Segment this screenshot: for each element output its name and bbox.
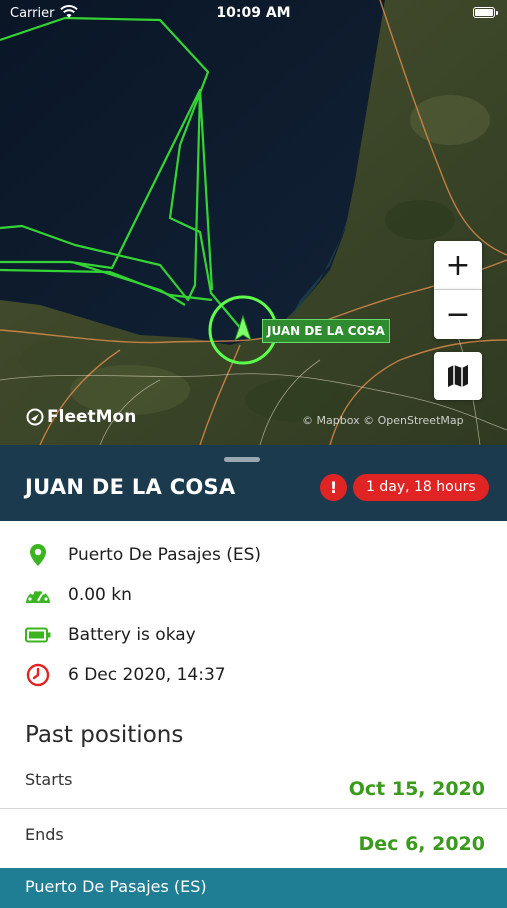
last-seen-badge[interactable]: 1 day, 18 hours: [353, 474, 489, 501]
vessel-header[interactable]: JUAN DE LA COSA ! 1 day, 18 hours: [0, 445, 507, 521]
detail-location: Puerto De Pasajes (ES): [0, 537, 507, 573]
detail-speed: 0.00 kn: [0, 577, 507, 613]
vessel-name: JUAN DE LA COSA: [25, 475, 236, 499]
ends-label: Ends: [25, 825, 64, 844]
fleetmon-logo: FleetMon: [26, 407, 136, 427]
map-layers-icon: [448, 365, 468, 387]
status-bar: Carrier 10:09 AM: [0, 0, 507, 30]
zoom-in-button[interactable]: +: [434, 241, 482, 290]
detail-timestamp: 6 Dec 2020, 14:37: [0, 657, 507, 693]
speedometer-icon: [25, 583, 51, 607]
map-layers-button[interactable]: [434, 352, 482, 400]
fleetmon-logo-icon: [26, 408, 44, 426]
detail-location-text: Puerto De Pasajes (ES): [68, 545, 262, 565]
starts-date[interactable]: Oct 15, 2020: [349, 778, 485, 800]
satellite-terrain: [0, 0, 507, 445]
detail-speed-text: 0.00 kn: [68, 585, 132, 605]
drag-handle[interactable]: [224, 457, 260, 462]
detail-timestamp-text: 6 Dec 2020, 14:37: [68, 665, 226, 685]
clock-icon: [25, 663, 51, 687]
location-list-label: Puerto De Pasajes (ES): [25, 877, 207, 896]
location-list-item[interactable]: Puerto De Pasajes (ES): [0, 868, 507, 908]
map-view[interactable]: Carrier 10:09 AM + − JUAN DE LA COSA Fle…: [0, 0, 507, 445]
starts-label: Starts: [25, 770, 73, 789]
detail-battery: Battery is okay: [0, 617, 507, 653]
map-attribution[interactable]: © Mapbox © OpenStreetMap: [302, 414, 464, 427]
alert-icon[interactable]: !: [320, 474, 347, 501]
ends-date[interactable]: Dec 6, 2020: [359, 833, 485, 855]
logo-text: FleetMon: [47, 407, 137, 427]
divider: [0, 808, 507, 809]
detail-battery-text: Battery is okay: [68, 625, 196, 645]
zoom-out-button[interactable]: −: [434, 290, 482, 339]
status-time: 10:09 AM: [216, 5, 291, 21]
battery-status-icon: [473, 7, 498, 18]
vessel-map-label[interactable]: JUAN DE LA COSA: [262, 319, 390, 343]
location-pin-icon: [25, 543, 51, 567]
past-positions-title: Past positions: [25, 722, 184, 748]
starts-row[interactable]: Starts Oct 15, 2020: [0, 766, 507, 821]
battery-icon: [25, 623, 51, 647]
